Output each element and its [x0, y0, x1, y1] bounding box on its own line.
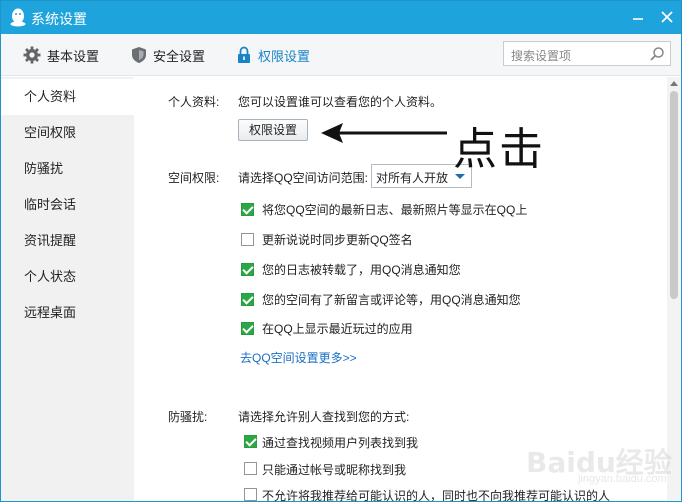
- shield-icon: [132, 47, 146, 63]
- minimize-icon[interactable]: [627, 7, 649, 27]
- permission-settings-button[interactable]: 权限设置: [238, 119, 308, 141]
- scroll-up-icon[interactable]: [670, 81, 678, 86]
- watermark: Baidu经验 jingyan.baidu.com: [526, 441, 676, 491]
- space-range-label: 请选择QQ空间访问范围:: [238, 171, 369, 185]
- window-title: 系统设置: [31, 11, 87, 27]
- settings-window: 系统设置 基本设置 安全设置 权限设置 搜索设置项 个人资料 空间权限 防骚扰 …: [0, 0, 682, 502]
- tab-security-settings-label: 安全设置: [153, 48, 206, 64]
- tab-basic-settings-label: 基本设置: [47, 48, 100, 64]
- scrollbar-thumb[interactable]: [670, 91, 678, 299]
- option-comment-notify: 您的空间有了新留言或评论等，用QQ消息通知您: [262, 293, 521, 307]
- space-section-label: 空间权限:: [168, 171, 220, 185]
- tab-permission-settings[interactable]: 权限设置: [236, 34, 310, 76]
- option-find-by-video-list: 通过查找视频用户列表找到我: [262, 436, 419, 450]
- checkbox-show-latest-logs[interactable]: [241, 203, 254, 216]
- space-more-settings-link[interactable]: 去QQ空间设置更多>>: [240, 349, 357, 366]
- sidebar-item-temporary-chat[interactable]: 临时会话: [1, 187, 134, 223]
- search-icon[interactable]: [649, 46, 665, 62]
- title-bar: 系统设置: [1, 1, 681, 34]
- option-show-latest-logs: 将您QQ空间的最新日志、最新照片等显示在QQ上: [262, 203, 528, 217]
- sidebar-item-news-reminder[interactable]: 资讯提醒: [1, 223, 134, 259]
- watermark-subtext: jingyan.baidu.com: [578, 473, 667, 485]
- tab-permission-settings-label: 权限设置: [258, 48, 311, 64]
- profile-section-label: 个人资料:: [168, 95, 220, 109]
- sidebar-item-personal-profile[interactable]: 个人资料: [1, 79, 134, 115]
- sidebar-item-anti-harassment[interactable]: 防骚扰: [1, 151, 134, 187]
- search-placeholder: 搜索设置项: [511, 49, 572, 63]
- option-show-recent-apps: 在QQ上显示最近玩过的应用: [262, 322, 413, 336]
- lock-icon: [238, 46, 250, 63]
- checkbox-comment-notify[interactable]: [241, 293, 254, 306]
- harass-section-label: 防骚扰:: [168, 410, 208, 424]
- annotation-text: 点击: [453, 124, 545, 175]
- annotation-arrow-icon: [321, 123, 447, 143]
- checkbox-find-by-video-list[interactable]: [244, 435, 257, 448]
- close-icon[interactable]: [656, 7, 678, 27]
- checkbox-show-recent-apps[interactable]: [241, 322, 254, 335]
- gear-icon: [23, 46, 41, 64]
- qq-penguin-icon: [10, 8, 26, 27]
- option-sync-signature: 更新说说时同步更新QQ签名: [262, 233, 413, 247]
- checkbox-sync-signature[interactable]: [241, 233, 254, 246]
- checkbox-log-reprinted-notify[interactable]: [241, 263, 254, 276]
- settings-sidebar: 个人资料 空间权限 防骚扰 临时会话 资讯提醒 个人状态 远程桌面: [1, 77, 134, 501]
- checkbox-no-recommend[interactable]: [244, 488, 257, 501]
- vertical-scrollbar[interactable]: [667, 77, 681, 501]
- space-range-value: 对所有人开放: [376, 171, 449, 185]
- harass-description: 请选择允许别人查找到您的方式:: [238, 410, 410, 424]
- settings-toolbar: 基本设置 安全设置 权限设置 搜索设置项: [1, 34, 681, 76]
- sidebar-item-personal-status[interactable]: 个人状态: [1, 259, 134, 295]
- profile-description: 您可以设置谁可以查看您的个人资料。: [238, 95, 443, 109]
- tab-security-settings[interactable]: 安全设置: [131, 34, 205, 76]
- option-log-reprinted-notify: 您的日志被转载了，用QQ消息通知您: [262, 263, 461, 277]
- checkbox-find-by-account-only[interactable]: [244, 462, 257, 475]
- option-find-by-account-only: 只能通过帐号或昵称找到我: [262, 463, 407, 477]
- tab-basic-settings[interactable]: 基本设置: [23, 34, 99, 76]
- search-input[interactable]: 搜索设置项: [503, 41, 671, 66]
- sidebar-item-space-permission[interactable]: 空间权限: [1, 115, 134, 151]
- sidebar-item-remote-desktop[interactable]: 远程桌面: [1, 295, 134, 331]
